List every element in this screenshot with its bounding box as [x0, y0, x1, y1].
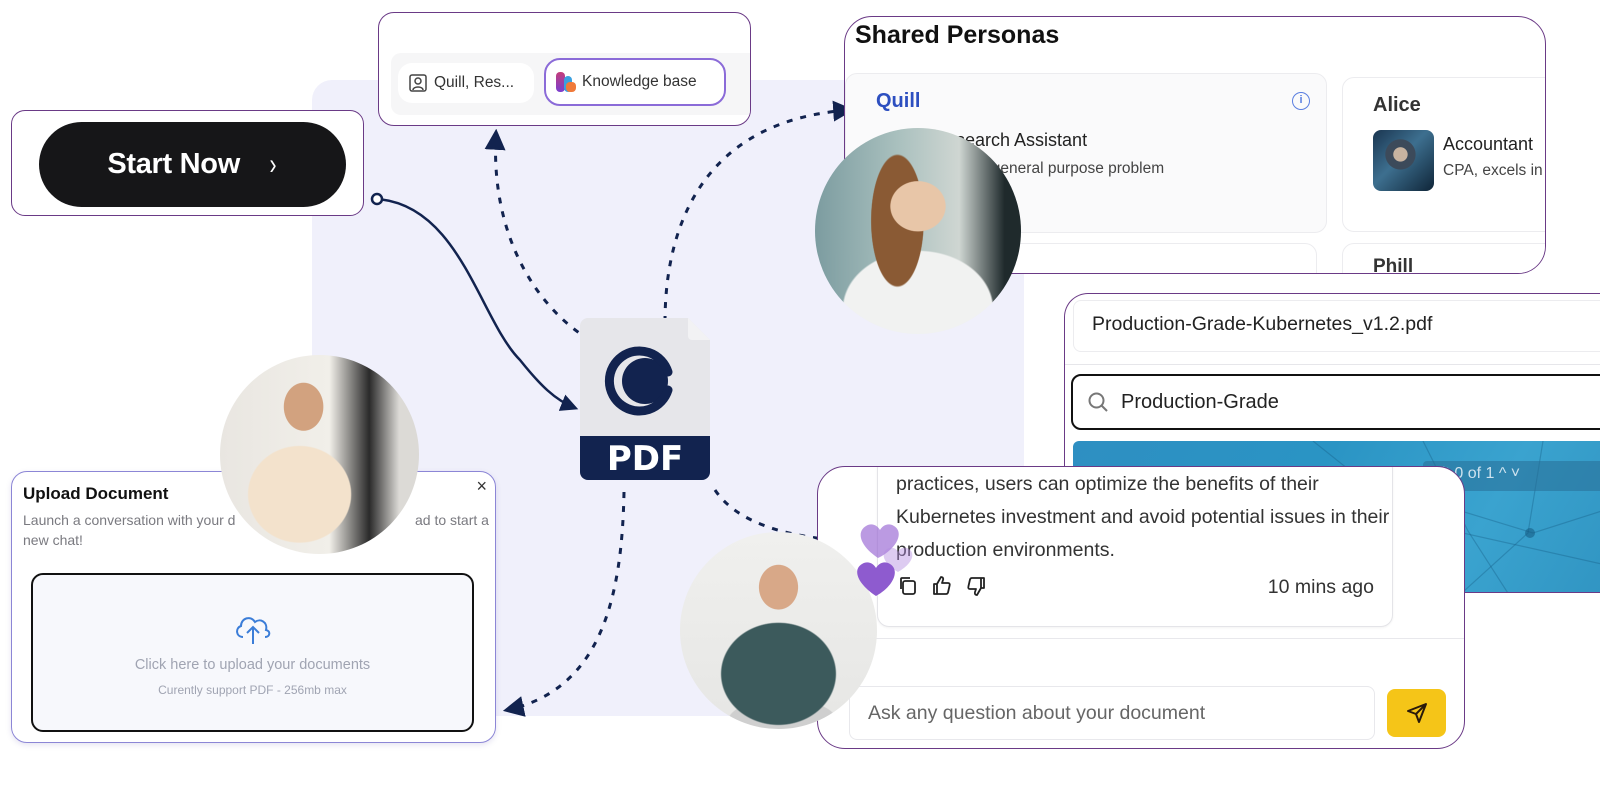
document-search-input[interactable]: Production-Grade [1071, 374, 1600, 430]
divider [1065, 364, 1600, 365]
send-icon [1406, 703, 1427, 723]
persona-name: Alice [1373, 94, 1421, 116]
info-icon[interactable]: i [1292, 92, 1310, 110]
upload-title: Upload Document [23, 484, 169, 503]
cloud-upload-icon [236, 617, 271, 644]
dropzone-label: Click here to upload your documents [134, 657, 371, 673]
upload-subtitle-left: Launch a conversation with your d [23, 512, 236, 528]
upload-subtitle-line2: new chat! [23, 532, 83, 548]
shared-personas-title: Shared Personas [855, 21, 1060, 49]
persona-avatar [1373, 130, 1434, 191]
message-timestamp: 10 mins ago [1267, 576, 1374, 598]
persona-chip-label: Quill, Res... [434, 74, 515, 91]
start-now-card: Start Now › [11, 110, 364, 216]
search-icon [1088, 392, 1108, 412]
persona-name: Phill [1373, 256, 1414, 274]
user-icon [409, 74, 427, 92]
dropzone-hint: Curently support PDF - 256mb max [158, 683, 347, 697]
chevron-right-icon: › [269, 147, 277, 181]
chat-panel: practices, users can optimize the benefi… [817, 466, 1465, 749]
persona-card-phill[interactable]: Phill [1342, 243, 1545, 274]
start-now-button[interactable]: Start Now › [39, 122, 346, 207]
thumbs-up-icon[interactable] [930, 574, 954, 598]
thumbs-down-icon[interactable] [964, 574, 988, 598]
persona-card-alice[interactable]: Alice Accountant CPA, excels in [1342, 77, 1545, 232]
pdf-icon-label: PDF [607, 439, 683, 479]
man-reading-photo [220, 355, 419, 554]
knowledge-base-label: Knowledge base [582, 73, 697, 90]
chip-tray: Quill, Res... Knowledge base [391, 53, 750, 115]
start-now-label: Start Now [107, 148, 240, 180]
upload-subtitle-right: ad to start a [415, 512, 489, 528]
search-value: Production-Grade [1121, 390, 1279, 413]
persona-name: Quill [876, 90, 921, 112]
chat-question-input[interactable] [849, 686, 1375, 740]
woman-laptop-photo [815, 128, 1021, 334]
context-selector-card: Quill, Res... Knowledge base [378, 12, 751, 126]
file-name-field[interactable]: Production-Grade-Kubernetes_v1.2.pdf [1073, 300, 1600, 352]
send-button[interactable] [1387, 689, 1446, 737]
hearts-reaction-icon [857, 524, 913, 596]
persona-description: CPA, excels in [1443, 162, 1543, 179]
persona-chip[interactable]: Quill, Res... [398, 63, 534, 103]
close-icon[interactable]: × [476, 476, 487, 497]
persona-role: Accountant [1443, 134, 1534, 154]
assistant-message: practices, users can optimize the benefi… [877, 467, 1393, 627]
man-laptop-photo [680, 532, 877, 729]
knowledge-base-logo-icon [556, 72, 576, 92]
upload-dropzone[interactable]: Click here to upload your documents Cure… [31, 573, 474, 732]
knowledge-base-chip[interactable]: Knowledge base [544, 58, 726, 106]
message-text: practices, users can optimize the benefi… [896, 473, 1390, 561]
pdf-file-icon: PDF [580, 318, 710, 480]
divider [818, 638, 1464, 639]
